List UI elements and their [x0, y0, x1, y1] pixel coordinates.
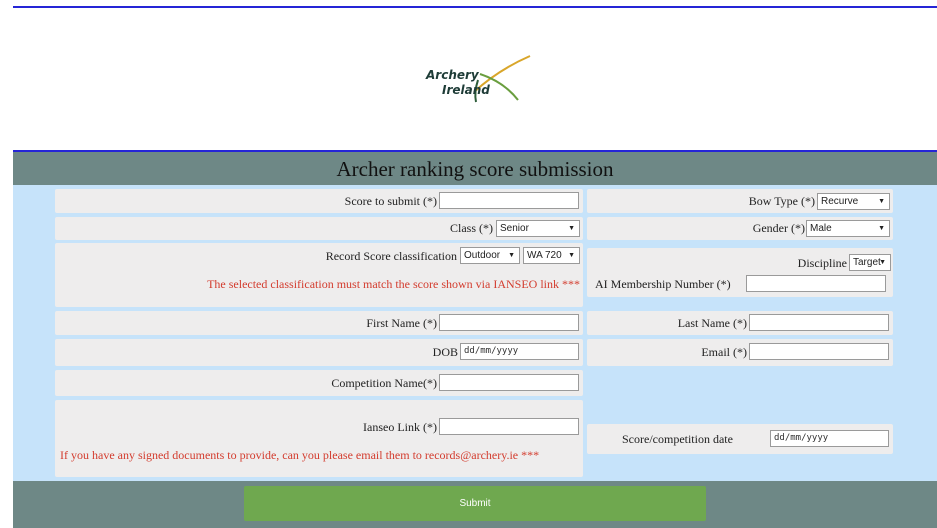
- email-input[interactable]: [749, 343, 889, 360]
- membership-input[interactable]: [746, 275, 886, 292]
- chevron-down-icon: ▼: [878, 225, 885, 232]
- ianseo-label: Ianseo Link (*): [363, 420, 437, 434]
- email-label: Email (*): [701, 345, 747, 359]
- score-date-label: Score/competition date: [622, 432, 733, 446]
- discipline-label: Discipline: [797, 256, 847, 270]
- competition-input[interactable]: [439, 374, 579, 391]
- first-name-input[interactable]: [439, 314, 579, 331]
- bow-type-select[interactable]: Recurve ▼: [817, 193, 890, 210]
- bow-type-label: Bow Type (*): [748, 194, 815, 208]
- gender-select[interactable]: Male ▼: [806, 220, 890, 237]
- record-round-value: WA 720: [527, 250, 562, 261]
- chevron-down-icon: ▼: [568, 252, 575, 259]
- class-select[interactable]: Senior ▼: [496, 220, 580, 237]
- gender-value: Male: [810, 223, 832, 234]
- chevron-down-icon: ▼: [878, 198, 885, 205]
- discipline-select[interactable]: Target ▼: [849, 254, 891, 271]
- last-name-label: Last Name (*): [677, 316, 747, 330]
- chevron-down-icon: ▼: [508, 252, 515, 259]
- page-title: Archer ranking score submission: [13, 150, 937, 185]
- first-name-label: First Name (*): [366, 316, 437, 330]
- dob-label: DOB: [432, 345, 458, 359]
- discipline-value: Target: [853, 257, 881, 268]
- logo-arrow-icon: [473, 55, 531, 103]
- score-input[interactable]: [439, 192, 579, 209]
- top-divider: [13, 6, 937, 8]
- membership-label: AI Membership Number (*): [595, 277, 731, 291]
- class-label: Class (*): [450, 221, 493, 235]
- archery-ireland-logo: Archery Ireland: [420, 52, 540, 112]
- score-date-input[interactable]: dd/mm/yyyy: [770, 430, 889, 447]
- competition-label: Competition Name(*): [331, 376, 437, 390]
- record-environment-value: Outdoor: [464, 250, 501, 261]
- dob-input[interactable]: dd/mm/yyyy: [460, 343, 579, 360]
- gender-label: Gender (*): [752, 221, 805, 235]
- class-value: Senior: [500, 223, 529, 234]
- chevron-down-icon: ▼: [879, 259, 886, 266]
- submit-button[interactable]: Submit: [244, 486, 706, 521]
- classification-note: The selected classification must match t…: [207, 277, 580, 291]
- logo-text-ireland: Ireland: [442, 83, 490, 97]
- bow-type-value: Recurve: [821, 196, 859, 207]
- logo-text-archery: Archery: [426, 68, 479, 82]
- record-environment-select[interactable]: Outdoor ▼: [460, 247, 520, 264]
- score-label: Score to submit (*): [344, 194, 437, 208]
- ianseo-input[interactable]: [439, 418, 579, 435]
- last-name-input[interactable]: [749, 314, 889, 331]
- documents-note: If you have any signed documents to prov…: [60, 448, 540, 462]
- ianseo-row: [55, 400, 583, 477]
- record-classification-label: Record Score classification: [325, 249, 457, 263]
- chevron-down-icon: ▼: [568, 225, 575, 232]
- record-round-select[interactable]: WA 720 ▼: [523, 247, 580, 264]
